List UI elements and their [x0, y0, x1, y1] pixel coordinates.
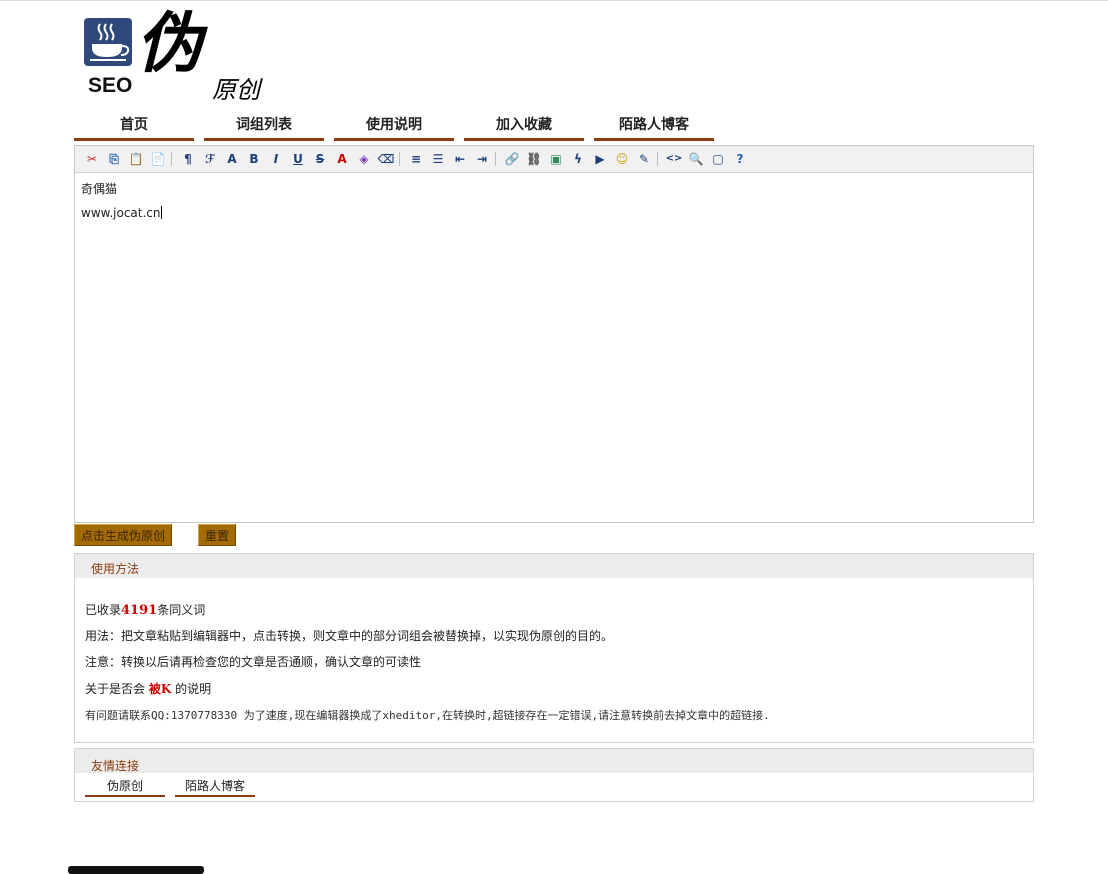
preview-icon[interactable]: 🔍: [687, 150, 705, 168]
synonym-count: 4191: [121, 603, 158, 618]
fullscreen-icon[interactable]: ▢: [709, 150, 727, 168]
toolbar-separator: [657, 152, 658, 166]
bold-icon[interactable]: B: [245, 150, 263, 168]
help-icon[interactable]: ?: [731, 150, 749, 168]
rich-text-editor: ✂ ⎘ 📋 📄 ¶ ℱ A B I U S A ◈ ⌫ ≡ ☰ ⇤ ⇥ 🔗 ⛓ ▣ ϟ ▶ ☺ ✎ <> 🔍 ▢? 奇偶猫 www.j…: [74, 145, 1034, 523]
emoticon-icon[interactable]: ☺: [613, 150, 631, 168]
source-icon[interactable]: <>: [665, 150, 683, 168]
usage-panel-title: 使用方法: [91, 562, 140, 576]
friend-link-weiyuanchuang[interactable]: 伪原创: [85, 777, 165, 797]
text-caret: [160, 206, 162, 219]
font-color-icon[interactable]: A: [333, 150, 351, 168]
count-prefix: 已收录: [85, 603, 122, 617]
remove-format-icon[interactable]: ⌫: [377, 150, 395, 168]
editor-content-area[interactable]: 奇偶猫 www.jocat.cn: [75, 173, 1033, 522]
nav-blog[interactable]: 陌路人博客: [594, 114, 714, 141]
friend-links-panel: 友情连接 伪原创 陌路人博客: [74, 748, 1034, 802]
nav-add-favorite[interactable]: 加入收藏: [464, 114, 584, 141]
highlight-color-icon[interactable]: ◈: [355, 150, 373, 168]
coffee-cup-icon: [84, 18, 132, 66]
align-icon[interactable]: ≡: [407, 150, 425, 168]
editor-line-1: 奇偶猫: [81, 182, 118, 196]
strikethrough-icon[interactable]: S: [311, 150, 329, 168]
toolbar-separator: [495, 152, 496, 166]
font-family-icon[interactable]: ℱ: [201, 150, 219, 168]
paste-icon[interactable]: 📋: [127, 150, 145, 168]
nav-phrase-list[interactable]: 词组列表: [204, 114, 324, 141]
nav-home[interactable]: 首页: [74, 114, 194, 141]
friend-link-blog[interactable]: 陌路人博客: [175, 777, 255, 797]
generate-button[interactable]: 点击生成伪原创: [74, 524, 172, 546]
nav-instructions[interactable]: 使用说明: [334, 114, 454, 141]
site-logo[interactable]: SEO 伪 原创: [84, 10, 274, 104]
font-size-icon[interactable]: A: [223, 150, 241, 168]
contact-note: 有问题请联系QQ:1370778330 为了速度,现在编辑器换成了xhedito…: [85, 709, 770, 722]
ban-info-link[interactable]: 被K: [149, 682, 171, 696]
friend-links-title: 友情连接: [91, 759, 140, 773]
italic-icon[interactable]: I: [267, 150, 285, 168]
logo-subtitle: 原创: [212, 76, 260, 104]
usage-note: 注意：转换以后请再检查您的文章是否通顺，确认文章的可读性: [85, 655, 422, 669]
reset-button[interactable]: 重置: [198, 524, 236, 546]
top-border: [0, 0, 1108, 1]
ban-info-prefix: 关于是否会: [85, 682, 146, 696]
editor-toolbar: ✂ ⎘ 📋 📄 ¶ ℱ A B I U S A ◈ ⌫ ≡ ☰ ⇤ ⇥ 🔗 ⛓ ▣ ϟ ▶ ☺ ✎ <> 🔍 ▢?: [75, 146, 1033, 173]
underline-icon[interactable]: U: [289, 150, 307, 168]
logo-big-glyph: 伪: [136, 4, 202, 82]
usage-instruction: 用法：把文章粘贴到编辑器中，点击转换，则文章中的部分词组会被替换掉，以实现伪原创…: [85, 629, 614, 643]
indent-icon[interactable]: ⇥: [473, 150, 491, 168]
list-icon[interactable]: ☰: [429, 150, 447, 168]
link-icon[interactable]: 🔗: [503, 150, 521, 168]
media-icon[interactable]: ▶: [591, 150, 609, 168]
flash-icon[interactable]: ϟ: [569, 150, 587, 168]
table-icon[interactable]: ✎: [635, 150, 653, 168]
usage-panel: 使用方法 已收录4191条同义词 用法：把文章粘贴到编辑器中，点击转换，则文章中…: [74, 553, 1034, 743]
image-icon[interactable]: ▣: [547, 150, 565, 168]
synonym-count-line: 已收录4191条同义词: [85, 601, 205, 618]
usage-panel-header: 使用方法: [75, 554, 1033, 578]
toolbar-separator: [171, 152, 172, 166]
ban-info-line: 关于是否会 被K 的说明: [85, 680, 211, 697]
cut-icon[interactable]: ✂: [83, 150, 101, 168]
paste-text-icon[interactable]: 📄: [149, 150, 167, 168]
toolbar-separator: [399, 152, 400, 166]
count-suffix: 条同义词: [157, 603, 206, 617]
bottom-bar: [68, 866, 204, 874]
block-format-icon[interactable]: ¶: [179, 150, 197, 168]
friend-links-header: 友情连接: [75, 749, 1033, 773]
ban-info-suffix: 的说明: [175, 682, 212, 696]
copy-icon[interactable]: ⎘: [105, 150, 123, 168]
unlink-icon[interactable]: ⛓: [525, 150, 543, 168]
logo-seo-text: SEO: [88, 74, 133, 97]
editor-line-2: www.jocat.cn: [81, 206, 162, 220]
editor-line-2-text: www.jocat.cn: [81, 206, 161, 220]
outdent-icon[interactable]: ⇤: [451, 150, 469, 168]
